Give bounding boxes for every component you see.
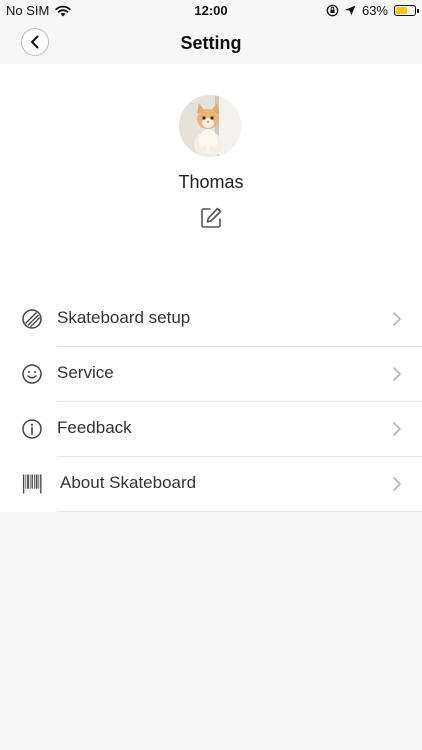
chevron-right-icon	[393, 477, 401, 491]
menu-item-label: Service	[57, 363, 114, 382]
page-title: Setting	[180, 33, 242, 53]
smiley-icon	[22, 364, 42, 384]
avatar[interactable]	[179, 95, 241, 157]
status-bar: No SIM 12:00 63%	[0, 0, 422, 22]
edit-profile-button[interactable]	[198, 205, 224, 231]
nav-bar: Setting	[0, 22, 422, 64]
battery-level	[396, 7, 408, 14]
battery-percent: 63%	[361, 3, 388, 18]
orientation-lock-icon	[326, 4, 339, 17]
edit-icon	[201, 207, 222, 228]
menu-item-label: About Skateboard	[60, 473, 197, 492]
menu-item-skateboard-setup[interactable]: Skateboard setup	[0, 292, 422, 347]
menu-item-about-skateboard[interactable]: About Skateboard	[0, 457, 422, 512]
settings-menu: Skateboard setup Service Feedback About …	[0, 292, 422, 512]
status-right: 63%	[326, 3, 419, 18]
divider	[57, 511, 422, 512]
skateboard-icon	[22, 309, 42, 329]
chevron-right-icon	[393, 312, 401, 326]
kitten-avatar-image	[179, 95, 241, 157]
barcode-icon	[22, 474, 42, 494]
info-icon	[22, 419, 42, 439]
menu-item-feedback[interactable]: Feedback	[0, 402, 422, 457]
profile-section: Thomas	[0, 64, 422, 292]
chevron-right-icon	[393, 422, 401, 436]
chevron-right-icon	[393, 367, 401, 381]
username: Thomas	[178, 172, 244, 192]
menu-item-service[interactable]: Service	[0, 347, 422, 402]
menu-item-label: Feedback	[57, 418, 132, 437]
location-arrow-icon	[345, 5, 356, 16]
battery-icon	[394, 5, 419, 16]
menu-item-label: Skateboard setup	[57, 308, 191, 327]
